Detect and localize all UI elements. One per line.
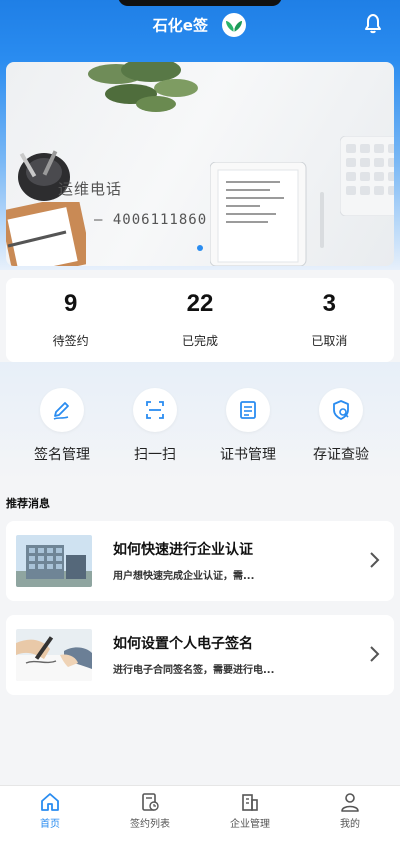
carousel-dot[interactable] [197, 245, 203, 251]
tab-enterprise-management[interactable]: 企业管理 [200, 786, 300, 843]
bell-icon[interactable] [360, 10, 386, 36]
tab-profile[interactable]: 我的 [300, 786, 400, 843]
plant-illustration [88, 62, 198, 112]
scan-icon [146, 401, 164, 419]
chevron-right-icon [370, 552, 380, 568]
stat-pending[interactable]: 9 待签约 [6, 278, 135, 362]
shield-check-icon [333, 400, 349, 420]
action-icon-circle [319, 388, 363, 432]
user-icon [341, 793, 359, 812]
banner-carousel[interactable]: 运维电话 — 4006111860 [6, 62, 394, 266]
tab-home[interactable]: 首页 [0, 786, 100, 843]
message-title: 如何设置个人电子签名 [113, 636, 253, 652]
banner-text-hotline-label: 运维电话 [58, 180, 123, 198]
tab-label: 签约列表 [130, 819, 170, 830]
action-evidence-verification[interactable]: 存证查验 [296, 388, 386, 464]
document-clock-icon [142, 793, 159, 811]
banner-text-hotline-number: — 4006111860 [94, 212, 208, 228]
section-title-recommended: 推荐消息 [6, 497, 50, 510]
pen-icon [53, 402, 69, 420]
device-notch [118, 0, 282, 6]
message-card-enterprise-auth[interactable]: 如何快速进行企业认证 用户想快速完成企业认证，需... [6, 521, 394, 601]
stylus-illustration [320, 192, 324, 248]
home-icon [41, 793, 59, 811]
action-label: 存证查验 [313, 447, 369, 463]
message-description: 用户想快速完成企业认证，需... [113, 571, 255, 582]
app-title-bar: 石化e签 [0, 12, 400, 38]
action-icon-circle [133, 388, 177, 432]
leaf-logo-icon [222, 13, 247, 37]
tab-label: 首页 [40, 819, 60, 830]
stat-cancelled-label: 已取消 [311, 334, 348, 348]
action-scan[interactable]: 扫一扫 [110, 388, 200, 464]
stat-completed-label: 已完成 [181, 334, 218, 348]
message-title: 如何快速进行企业认证 [113, 542, 253, 558]
message-description: 进行电子合同签名签，需要进行电... [113, 665, 275, 676]
tab-label: 企业管理 [230, 819, 270, 830]
action-label: 签名管理 [34, 447, 90, 463]
message-card-personal-signature[interactable]: 如何设置个人电子签名 进行电子合同签名签，需要进行电... [6, 615, 394, 695]
certificate-icon [240, 401, 256, 419]
contract-stats-panel: 9 待签约 22 已完成 3 已取消 [6, 278, 394, 362]
building-thumbnail [16, 535, 92, 587]
chevron-right-icon [370, 646, 380, 662]
stat-completed[interactable]: 22 已完成 [135, 278, 264, 362]
action-icon-circle [226, 388, 270, 432]
stat-pending-value: 9 [63, 290, 78, 317]
keyboard-illustration [340, 136, 394, 216]
app-title: 石化e签 [152, 16, 208, 35]
bottom-tab-bar: 首页 签约列表 企业管理 我的 [0, 785, 400, 843]
tab-label: 我的 [340, 819, 360, 830]
stat-cancelled-value: 3 [322, 290, 336, 317]
action-signature-management[interactable]: 签名管理 [17, 388, 107, 464]
action-label: 证书管理 [220, 447, 276, 463]
action-label: 扫一扫 [134, 447, 176, 463]
stat-pending-label: 待签约 [52, 334, 89, 348]
signing-thumbnail [16, 629, 92, 681]
action-icon-circle [40, 388, 84, 432]
building-icon [242, 794, 258, 811]
tablet-illustration [210, 162, 307, 266]
tab-contract-list[interactable]: 签约列表 [100, 786, 200, 843]
action-certificate-management[interactable]: 证书管理 [203, 388, 293, 464]
clipboard-illustration [6, 202, 86, 266]
stat-cancelled[interactable]: 3 已取消 [265, 278, 394, 362]
stat-completed-value: 22 [186, 290, 214, 317]
